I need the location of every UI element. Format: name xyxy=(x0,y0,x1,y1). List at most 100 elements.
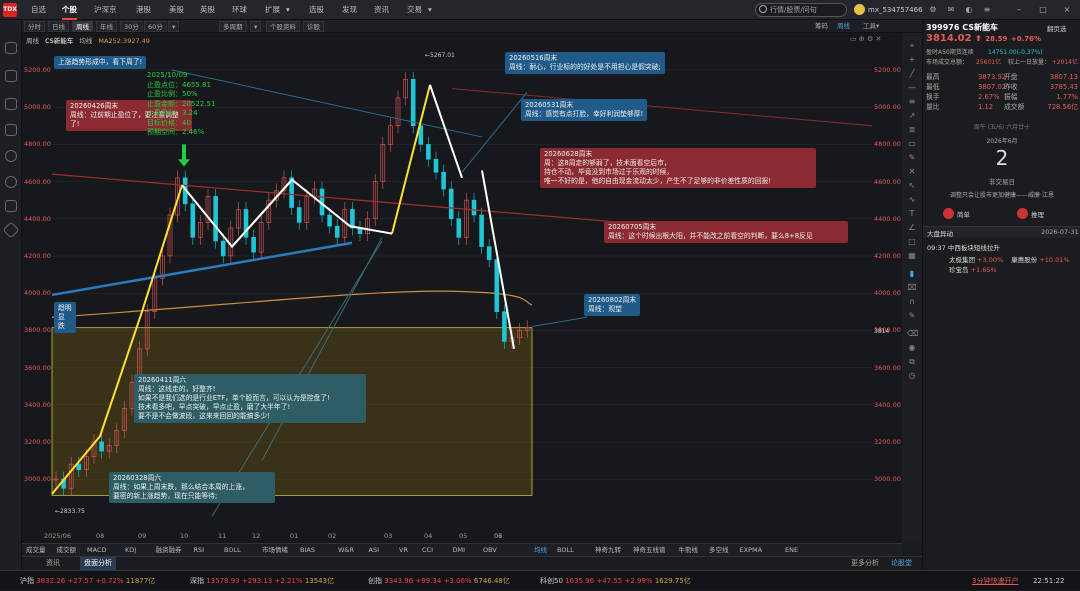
indicator-8[interactable]: BIAS xyxy=(300,545,315,556)
news-item[interactable]: 09:37 中西板块短线拉升 xyxy=(927,242,1000,252)
compass-icon[interactable] xyxy=(5,176,17,188)
ray-icon[interactable]: ↗ xyxy=(907,111,917,121)
rect-icon[interactable]: ▭ xyxy=(907,139,917,149)
channel-icon[interactable]: ≡ xyxy=(907,97,917,107)
menu-ganggu[interactable]: 港股 xyxy=(136,0,151,20)
chevron-down-icon[interactable]: ▾ xyxy=(286,0,290,20)
indicator-9[interactable]: W&R xyxy=(338,545,354,556)
menu-zixuan[interactable]: 自选 xyxy=(31,0,46,20)
page-select-button[interactable]: 翻页选 xyxy=(1047,23,1067,33)
indicator-3[interactable]: KDJ xyxy=(125,545,136,556)
settings-icon[interactable]: ⚙ xyxy=(926,3,940,17)
indicator-5[interactable]: RSI xyxy=(194,545,205,556)
text-icon[interactable]: T xyxy=(907,209,917,219)
tab-zixun[interactable]: 资讯 xyxy=(42,557,64,570)
brush-icon[interactable]: ✎ xyxy=(907,153,917,163)
news-stocks[interactable]: 太极集团 +3.00% 康惠股份 +10.01% xyxy=(949,254,1070,264)
layers-icon[interactable]: ⧉ xyxy=(907,357,917,367)
tab-gegu-ziliao[interactable]: 个股资料 xyxy=(266,21,300,32)
menu-yinggu[interactable]: 英股 xyxy=(200,0,215,20)
menu-icon[interactable]: ≡ xyxy=(980,3,994,17)
eye-icon[interactable]: ◉ xyxy=(907,343,917,353)
menu-gegu[interactable]: 个股 xyxy=(62,0,77,20)
callout-left[interactable]: 趋明显 跌 xyxy=(54,302,76,333)
document-icon[interactable] xyxy=(5,98,17,110)
hline-icon[interactable]: — xyxy=(907,83,917,93)
news-stocks-2[interactable]: 珍宝岛 +1.65% xyxy=(949,264,997,274)
overlay-6[interactable]: EXPMA xyxy=(740,545,763,556)
open-account-link[interactable]: 3分钟快速开户 xyxy=(972,571,1018,591)
cross-icon[interactable]: ✕ xyxy=(907,167,917,177)
grid-icon[interactable] xyxy=(5,124,17,136)
tab-fenshi[interactable]: 分时 xyxy=(24,21,45,32)
tab-rixian[interactable]: 日线 xyxy=(48,21,69,32)
overlay-3[interactable]: 神奇五线谱 xyxy=(633,545,666,556)
avatar[interactable] xyxy=(854,4,865,15)
overlay-7[interactable]: ENE xyxy=(785,545,798,556)
callout-20260328[interactable]: 20260328周六 周线：如果上周末跌，那么结合本周的上涨， 要密的新上涨趋势… xyxy=(109,472,275,503)
maximize-icon[interactable]: □ xyxy=(1036,3,1050,17)
magnet-icon[interactable]: ∩ xyxy=(907,297,917,307)
clock-icon[interactable]: ◷ xyxy=(907,371,917,381)
index-sz[interactable]: 深指 13578.93 +293.13 +2.21% 13543亿 xyxy=(190,571,334,591)
angle-icon[interactable]: ∠ xyxy=(907,223,917,233)
search-input[interactable]: 行情/股票/问句 xyxy=(755,3,847,17)
indicator-11[interactable]: VR xyxy=(399,545,408,556)
cursor-icon[interactable]: ⌖ xyxy=(907,41,917,51)
robot-icon[interactable] xyxy=(5,42,17,54)
menu-jiaoyi[interactable]: 交易 xyxy=(407,0,422,20)
chip-button[interactable]: 筹码 xyxy=(812,21,831,32)
indicator-2[interactable]: MACD xyxy=(87,545,106,556)
plus-icon[interactable]: ⊕ xyxy=(859,35,865,43)
grid-icon[interactable]: ▦ xyxy=(907,251,917,261)
overlay-1[interactable]: BOLL xyxy=(557,545,574,556)
indicator-12[interactable]: CCI xyxy=(422,545,433,556)
index-kc50[interactable]: 科创50 1635.96 +47.55 +2.99% 1629.75亿 xyxy=(540,571,691,591)
tab-lungutang[interactable]: 论股堂 xyxy=(887,557,916,570)
bars-icon[interactable]: ▮ xyxy=(907,269,917,279)
menu-zixun[interactable]: 资讯 xyxy=(374,0,389,20)
indicator-6[interactable]: BOLL xyxy=(224,545,241,556)
user-name[interactable]: mx_534757466 xyxy=(868,0,923,20)
indicator-7[interactable]: 市场情绪 xyxy=(262,545,288,556)
fib-icon[interactable]: ≣ xyxy=(907,125,917,135)
tools-button[interactable]: 工具▾ xyxy=(860,21,882,32)
chevron-down-icon[interactable]: ▾ xyxy=(168,21,180,32)
callout-20260516[interactable]: 20260516周末 周线：耐心，行业标的的好处是不用担心是假突破; xyxy=(505,52,665,74)
close-icon[interactable]: × xyxy=(1060,3,1074,17)
arrow-icon[interactable]: ↖ xyxy=(907,181,917,191)
callout-20260705[interactable]: 20260705周末 周线：这个时候出根大阳，并不能改之前看空的判断，要么8+8… xyxy=(604,221,848,243)
trash-icon[interactable]: ⌫ xyxy=(907,329,918,339)
pencil-icon[interactable]: ✎ xyxy=(907,311,917,321)
crosshair-icon[interactable]: + xyxy=(907,55,917,65)
tab-zhengu[interactable]: 诊股 xyxy=(303,21,324,32)
chevron-down-icon[interactable]: ▾ xyxy=(428,0,432,20)
callout-trend[interactable]: 上涨趋势形成中，看下周了! xyxy=(54,56,147,69)
tab-zhouxian[interactable]: 周线 xyxy=(72,21,93,32)
menu-kuozhan[interactable]: 扩展 xyxy=(265,0,280,20)
overlay-2[interactable]: 神奇九转 xyxy=(595,545,621,556)
skin-icon[interactable]: ◐ xyxy=(962,3,976,17)
callout-20260628[interactable]: 20260628周末 周：这8周走的够弱了，技术面看空后市， 持仓不动，毕竟没到… xyxy=(540,148,816,188)
globe-icon[interactable] xyxy=(5,200,17,212)
overlay-5[interactable]: 多空线 xyxy=(709,545,729,556)
settings-icon[interactable]: ⚙ xyxy=(867,35,873,43)
tab-60fen[interactable]: 60分 xyxy=(144,21,167,32)
indicator-4[interactable]: 融资融券 xyxy=(156,545,182,556)
index-cy[interactable]: 创指 3343.96 +99.34 +3.06% 6746.48亿 xyxy=(368,571,510,591)
wave-icon[interactable]: ∿ xyxy=(907,195,917,205)
menu-xuangu[interactable]: 选股 xyxy=(309,0,324,20)
simple-button[interactable]: 简单 xyxy=(957,209,970,219)
index-sh[interactable]: 沪指 3832.26 +27.57 +0.72% 11877亿 xyxy=(20,571,155,591)
callout-20260531[interactable]: 20260531周末 周线：感觉有点打脸，幸好利润垫够厚! xyxy=(521,99,648,121)
indicator-0[interactable]: 成交量 xyxy=(26,545,46,556)
menu-hushen[interactable]: 沪深京 xyxy=(94,0,117,20)
monitor-icon[interactable] xyxy=(5,70,17,82)
square-icon[interactable]: □ xyxy=(907,237,917,247)
lock-icon[interactable]: ⌧ xyxy=(907,283,917,293)
overlay-4[interactable]: 牛熊线 xyxy=(679,545,699,556)
tab-30fen[interactable]: 30分 xyxy=(120,21,143,32)
indicator-1[interactable]: 成交额 xyxy=(57,545,77,556)
line-icon[interactable]: ╱ xyxy=(907,69,917,79)
callout-20260411[interactable]: 20260411周六 周线：这线走的，好整齐! 如果不是我们选的是行业ETF，单… xyxy=(134,374,366,423)
